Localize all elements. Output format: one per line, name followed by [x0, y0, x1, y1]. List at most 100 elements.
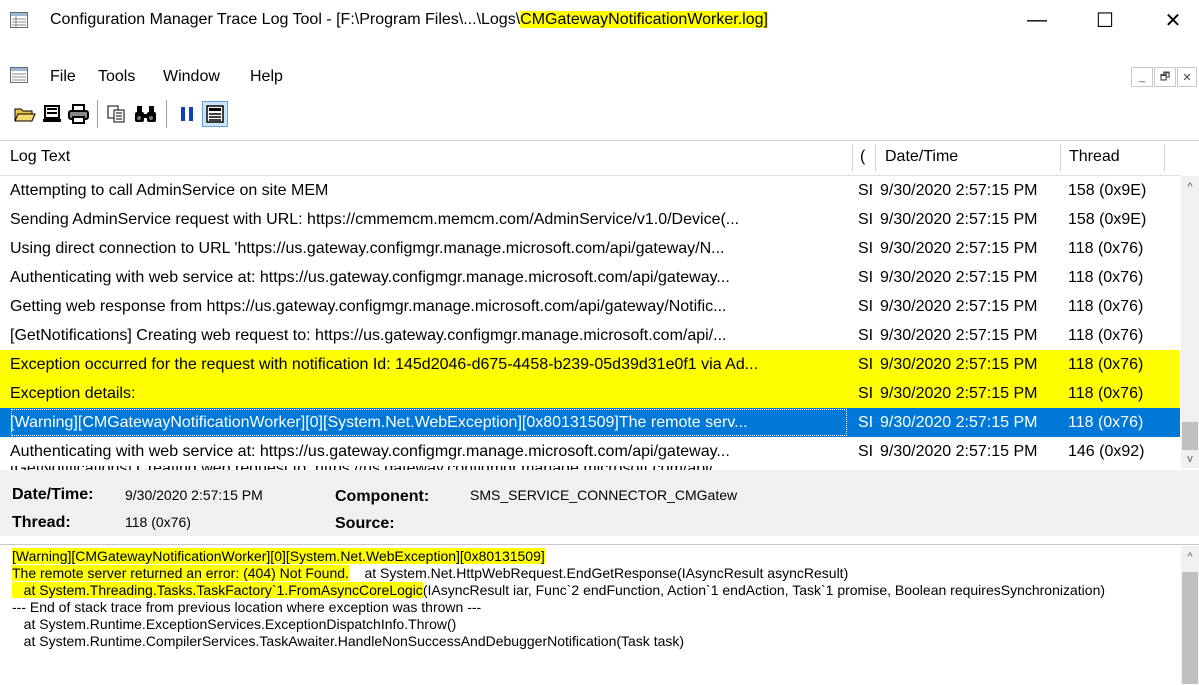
message-line-end-stack: --- End of stack trace from previous loc…	[12, 599, 482, 615]
log-text-cell: [Warning][CMGatewayNotificationWorker][0…	[10, 408, 848, 437]
message-text[interactable]: [Warning][CMGatewayNotificationWorker][0…	[12, 548, 1172, 650]
datetime-cell: 9/30/2020 2:57:15 PM	[880, 298, 1038, 315]
component-value: SMS_SERVICE_CONNECTOR_CMGatew	[470, 487, 738, 503]
scroll-up-icon[interactable]: ^	[1181, 178, 1199, 196]
table-row[interactable]: [GetNotifications] Creating web request …	[0, 321, 1180, 350]
menu-help[interactable]: Help	[250, 66, 283, 88]
table-row[interactable]: Attempting to call AdminService on site …	[0, 176, 1180, 205]
thread-cell: 118 (0x76)	[1068, 414, 1144, 431]
datetime-cell: 9/30/2020 2:57:15 PM	[880, 356, 1038, 373]
table-row[interactable]: Authenticating with web service at: http…	[0, 263, 1180, 292]
datetime-cell: 9/30/2020 2:57:15 PM	[880, 414, 1038, 431]
scroll-down-icon[interactable]: v	[1181, 450, 1199, 468]
component-cell: SI	[858, 269, 874, 286]
thread-cell: 158 (0x9E)	[1068, 182, 1147, 199]
copy-icon[interactable]	[104, 101, 130, 127]
message-line-taskfactory-rest: (IAsyncResult iar, Func`2 endFunction, A…	[422, 582, 1106, 598]
thread-cell: 118 (0x76)	[1068, 240, 1144, 257]
column-header-component[interactable]: (	[860, 146, 865, 168]
component-cell: SI	[858, 182, 874, 199]
mdi-minimize-button[interactable]: _	[1131, 67, 1153, 87]
component-cell: SI	[858, 443, 874, 460]
message-line-taskawaiter: at System.Runtime.CompilerServices.TaskA…	[12, 633, 685, 649]
print-icon[interactable]	[66, 101, 92, 127]
table-row[interactable]: [Warning][CMGatewayNotificationWorker][0…	[0, 408, 1180, 437]
minimize-button[interactable]: —	[1014, 0, 1060, 40]
log-text-cell: Sending AdminService request with URL: h…	[10, 211, 740, 228]
datetime-cell: 9/30/2020 2:57:15 PM	[880, 240, 1038, 257]
thread-cell: 158 (0x9E)	[1068, 211, 1147, 228]
thread-cell: 118 (0x76)	[1068, 269, 1144, 286]
component-label: Component:	[335, 488, 430, 505]
message-line-error: The remote server returned an error: (40…	[12, 565, 349, 581]
log-view-icon[interactable]	[202, 101, 228, 127]
datetime-cell: 9/30/2020 2:57:15 PM	[880, 385, 1038, 402]
log-text-cell: Authenticating with web service at: http…	[10, 443, 730, 460]
component-cell: SI	[858, 385, 874, 402]
table-row[interactable]: Sending AdminService request with URL: h…	[0, 205, 1180, 234]
close-button[interactable]: ✕	[1150, 0, 1196, 40]
message-line-taskfactory: at System.Threading.Tasks.TaskFactory`1.…	[12, 582, 423, 598]
app-icon	[10, 12, 28, 28]
log-text-cell: Exception occurred for the request with …	[10, 356, 759, 373]
column-divider[interactable]	[1164, 144, 1165, 172]
table-row[interactable]: Getting web response from https://us.gat…	[0, 292, 1180, 321]
table-row[interactable]: Authenticating with web service at: http…	[0, 437, 1180, 466]
menu-tools[interactable]: Tools	[98, 66, 135, 88]
datetime-label: Date/Time:	[12, 486, 94, 503]
mdi-close-button[interactable]: ✕	[1177, 67, 1197, 87]
pause-icon[interactable]	[174, 101, 200, 127]
mdi-restore-button[interactable]: 🗗	[1154, 67, 1176, 87]
table-row[interactable]: Using direct connection to URL 'https://…	[0, 234, 1180, 263]
column-divider[interactable]	[1060, 144, 1061, 172]
thread-cell: 118 (0x76)	[1068, 385, 1144, 402]
thread-cell: 118 (0x76)	[1068, 298, 1144, 315]
thread-cell: 118 (0x76)	[1068, 356, 1144, 373]
message-line-error-rest: at System.Net.HttpWebRequest.EndGetRespo…	[348, 565, 849, 581]
component-cell: SI	[858, 240, 874, 257]
message-line-throw: at System.Runtime.ExceptionServices.Exce…	[12, 616, 457, 632]
log-list-header	[0, 141, 1180, 176]
find-icon[interactable]	[133, 101, 159, 127]
menu-window[interactable]: Window	[163, 66, 220, 88]
datetime-cell: 9/30/2020 2:57:15 PM	[880, 443, 1038, 460]
log-text-cell: Attempting to call AdminService on site …	[10, 182, 329, 199]
document-icon[interactable]	[10, 67, 28, 83]
table-row[interactable]: Exception details: SI 9/30/2020 2:57:15 PM…	[0, 379, 1180, 408]
datetime-cell: 9/30/2020 2:57:15 PM	[880, 269, 1038, 286]
log-text-cell: Authenticating with web service at: http…	[10, 269, 730, 286]
component-cell: SI	[858, 414, 874, 431]
toolbar-separator	[166, 100, 167, 128]
menu-file[interactable]: File	[50, 66, 76, 88]
thread-cell: 146 (0x92)	[1068, 443, 1145, 460]
maximize-button[interactable]: ☐	[1082, 0, 1128, 40]
component-cell: SI	[858, 356, 874, 373]
thread-cell: 118 (0x76)	[1068, 327, 1144, 344]
component-cell: SI	[858, 211, 874, 228]
log-text-cell: Exception details:	[10, 385, 136, 402]
column-header-datetime[interactable]: Date/Time	[885, 146, 958, 168]
thread-value: 118 (0x76)	[125, 514, 191, 530]
column-header-log-text[interactable]: Log Text	[10, 146, 70, 168]
component-cell: SI	[858, 298, 874, 315]
table-row[interactable]: Exception occurred for the request with …	[0, 350, 1180, 379]
thread-label: Thread:	[12, 514, 71, 531]
window-title-filename: CMGatewayNotificationWorker.log]	[520, 11, 768, 28]
message-scroll-thumb[interactable]	[1182, 572, 1198, 684]
message-line-warning: [Warning][CMGatewayNotificationWorker][0…	[12, 548, 545, 564]
log-text-cell: Using direct connection to URL 'https://…	[10, 240, 725, 257]
datetime-cell: 9/30/2020 2:57:15 PM	[880, 211, 1038, 228]
column-divider[interactable]	[875, 144, 876, 172]
message-scroll-up-icon[interactable]: ^	[1181, 548, 1199, 566]
column-divider[interactable]	[852, 144, 853, 172]
open-folder-icon[interactable]	[12, 101, 38, 127]
log-text-cell: Getting web response from https://us.gat…	[10, 298, 727, 315]
datetime-value: 9/30/2020 2:57:15 PM	[125, 487, 263, 503]
column-header-thread[interactable]: Thread	[1069, 146, 1120, 168]
window-title: Configuration Manager Trace Log Tool - […	[50, 9, 768, 31]
window-title-prefix: Configuration Manager Trace Log Tool - […	[50, 11, 521, 28]
print-preview-icon[interactable]	[40, 101, 66, 127]
log-text-cell: [GetNotifications] Creating web request …	[10, 327, 727, 344]
datetime-cell: 9/30/2020 2:57:15 PM	[880, 182, 1038, 199]
log-list-scroll-thumb[interactable]	[1182, 422, 1198, 450]
